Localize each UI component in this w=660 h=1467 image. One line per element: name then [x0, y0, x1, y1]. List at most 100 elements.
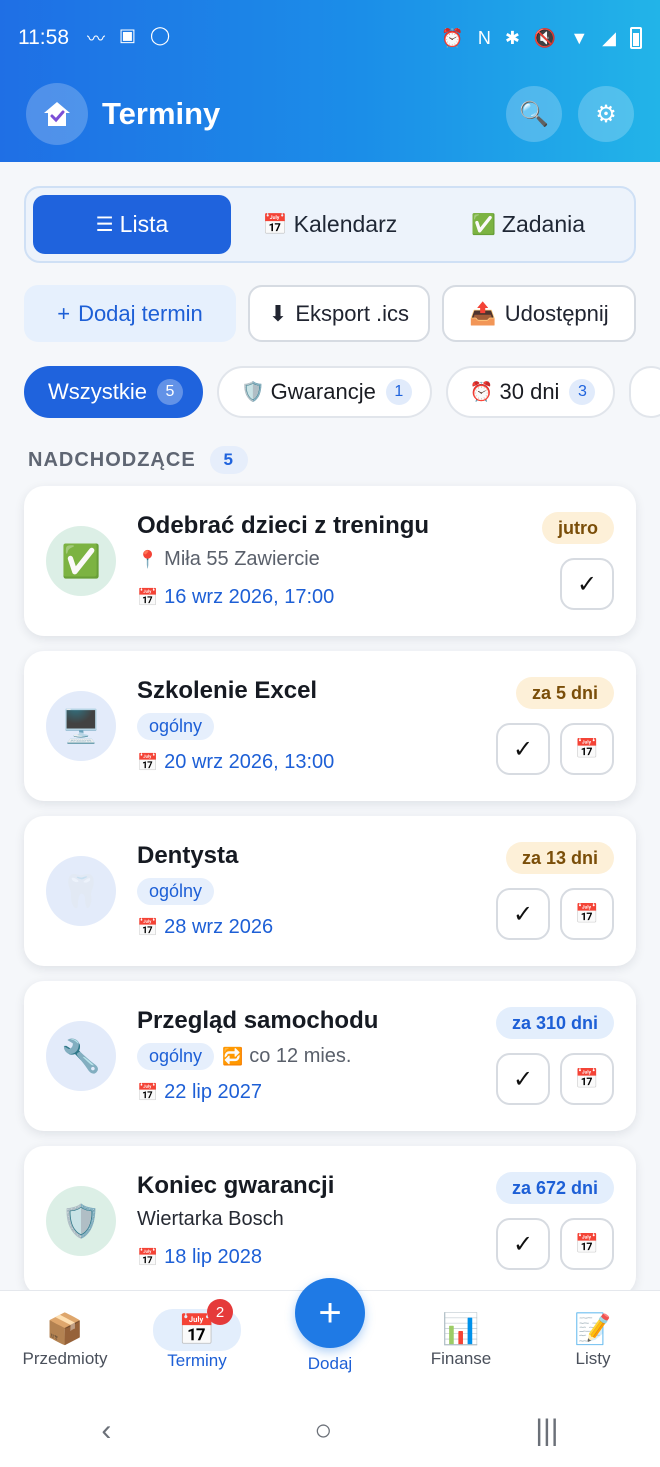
home-icon[interactable]: ○ [314, 1414, 332, 1448]
term-title: Dentysta [137, 842, 239, 869]
tab-kalendarz[interactable]: 📅 Kalendarz [231, 195, 429, 254]
filter-chips: Wszystkie 5 🛡️ Gwarancje 1 ⏰ 30 dni 3 [24, 366, 660, 418]
status-bar: 11:58 〰 ▣ ◯ ⏰ N ✱ 🔇 ▼ ◢ [0, 0, 660, 76]
due-badge: za 5 dni [515, 677, 614, 709]
nav-label: Terminy [167, 1351, 227, 1370]
add-to-calendar-button[interactable]: 📅 [560, 1218, 614, 1270]
nav-label: Listy [575, 1349, 611, 1368]
share-icon: 📤 [469, 300, 497, 326]
nfc-icon: N [477, 27, 491, 48]
export-ics-button[interactable]: ⬇ Eksport .ics [248, 285, 430, 342]
checkmark-icon: ✓ [512, 900, 534, 928]
due-badge: jutro [542, 512, 614, 544]
checkmark-icon: ✓ [512, 1065, 534, 1093]
mark-done-button[interactable]: ✓ [496, 1218, 550, 1270]
search-icon: 🔍 [519, 100, 549, 128]
share-button[interactable]: 📤 Udostępnij [442, 285, 636, 342]
filter-label: 30 dni [499, 379, 560, 404]
home-check-icon [42, 99, 72, 129]
share-label: Udostępnij [504, 300, 609, 326]
nav-label: Przedmioty [22, 1349, 108, 1368]
tab-zadania[interactable]: ✅ Zadania [429, 195, 627, 254]
mark-done-button[interactable]: ✓ [496, 723, 550, 775]
box-icon: 📦 [46, 1312, 84, 1346]
due-badge: za 672 dni [495, 1172, 614, 1204]
system-navigation: ‹ ○ ||| [0, 1394, 660, 1467]
check-icon: ✅ [470, 214, 496, 236]
filter-30-days[interactable]: ⏰ 30 dni 3 [445, 366, 616, 418]
filter-warranties[interactable]: 🛡️ Gwarancje 1 [217, 366, 432, 418]
mark-done-button[interactable]: ✓ [496, 1053, 550, 1105]
export-label: Eksport .ics [295, 300, 410, 326]
calendar-icon: 📅 [137, 1082, 159, 1102]
action-row: + Dodaj termin ⬇ Eksport .ics 📤 Udostępn… [24, 285, 636, 342]
wrench-icon: 🔧 [46, 1021, 116, 1091]
term-card[interactable]: ✅ Odebrać dzieci z treningu 📍 Miła 55 Za… [24, 486, 636, 636]
add-to-calendar-button[interactable]: 📅 [560, 1053, 614, 1105]
term-meta: ogólny [137, 878, 222, 905]
settings-button[interactable]: ⚙ [578, 86, 634, 142]
filter-count: 1 [385, 379, 412, 405]
filter-more[interactable] [629, 366, 660, 418]
term-subtitle: Wiertarka Bosch [137, 1208, 284, 1231]
item-name: Wiertarka Bosch [137, 1208, 284, 1230]
notification-badge: 2 [207, 1299, 233, 1325]
category-tag: ogólny [137, 713, 215, 740]
nav-przedmioty[interactable]: 📦 Przedmioty [0, 1309, 130, 1369]
calendar-icon: 📅 [575, 1234, 599, 1255]
section-title: NADCHODZĄCE [28, 448, 196, 471]
checkmark-icon: ✓ [512, 735, 534, 763]
date-text: 18 lip 2028 [164, 1246, 263, 1268]
recents-icon[interactable]: ||| [535, 1414, 558, 1448]
date-text: 20 wrz 2026, 13:00 [164, 751, 335, 773]
filter-all[interactable]: Wszystkie 5 [24, 366, 203, 418]
memo-icon: 📝 [574, 1312, 612, 1346]
back-icon[interactable]: ‹ [101, 1414, 111, 1448]
shield-icon: 🛡️ [46, 1186, 116, 1256]
term-card[interactable]: 🖥️ Szkolenie Excel ogólny 📅 20 wrz 2026,… [24, 651, 636, 801]
term-card[interactable]: 🛡️ Koniec gwarancji Wiertarka Bosch 📅 18… [24, 1146, 636, 1296]
bluetooth-icon: ✱ [504, 27, 520, 48]
add-fab-button[interactable]: + [295, 1278, 365, 1348]
search-button[interactable]: 🔍 [506, 86, 562, 142]
battery-icon [630, 27, 642, 49]
page-title: Terminy [102, 96, 221, 131]
filter-label: Gwarancje [270, 379, 376, 404]
nav-finanse[interactable]: 📊 Finanse [396, 1309, 526, 1369]
add-to-calendar-button[interactable]: 📅 [560, 888, 614, 940]
tab-label: Kalendarz [293, 211, 398, 237]
calendar-icon: 📅 [575, 739, 599, 760]
tooth-icon: 🦷 [46, 856, 116, 926]
term-card[interactable]: 🔧 Przegląd samochodu ogólny 🔁 co 12 mies… [24, 981, 636, 1131]
filter-count: 3 [569, 379, 596, 405]
nav-terminy[interactable]: 📅 2 Terminy [132, 1299, 262, 1371]
term-card[interactable]: 🦷 Dentysta ogólny 📅 28 wrz 2026 za 13 dn… [24, 816, 636, 966]
section-count: 5 [209, 446, 248, 474]
filter-label: Wszystkie [48, 379, 147, 404]
task-check-icon: ✅ [46, 526, 116, 596]
computer-icon: 🖥️ [46, 691, 116, 761]
add-term-button[interactable]: + Dodaj termin [24, 285, 236, 342]
term-location: 📍 Miła 55 Zawiercie [137, 548, 320, 571]
mark-done-button[interactable]: ✓ [496, 888, 550, 940]
add-to-calendar-button[interactable]: 📅 [560, 723, 614, 775]
nav-listy[interactable]: 📝 Listy [528, 1309, 658, 1369]
app-logo[interactable] [26, 83, 88, 145]
category-tag: ogólny [137, 1043, 215, 1070]
term-date: 📅 22 lip 2027 [137, 1081, 262, 1104]
wifi-icon: ▼ [570, 27, 589, 48]
date-text: 28 wrz 2026 [164, 916, 274, 938]
mark-done-button[interactable]: ✓ [560, 558, 614, 610]
view-tabs: ☰ Lista 📅 Kalendarz ✅ Zadania [24, 186, 636, 263]
section-header: NADCHODZĄCE 5 [28, 446, 248, 474]
tab-label: Zadania [501, 211, 586, 237]
location-text: Miła 55 Zawiercie [164, 548, 320, 570]
tab-lista[interactable]: ☰ Lista [33, 195, 231, 254]
repeat-text: co 12 mies. [249, 1045, 352, 1067]
term-meta: ogólny [137, 713, 222, 740]
due-badge: za 310 dni [495, 1007, 614, 1039]
mute-icon: 🔇 [533, 27, 557, 48]
filter-count: 5 [157, 379, 183, 405]
add-term-label: Dodaj termin [78, 300, 203, 326]
chart-icon: 📊 [442, 1312, 480, 1346]
